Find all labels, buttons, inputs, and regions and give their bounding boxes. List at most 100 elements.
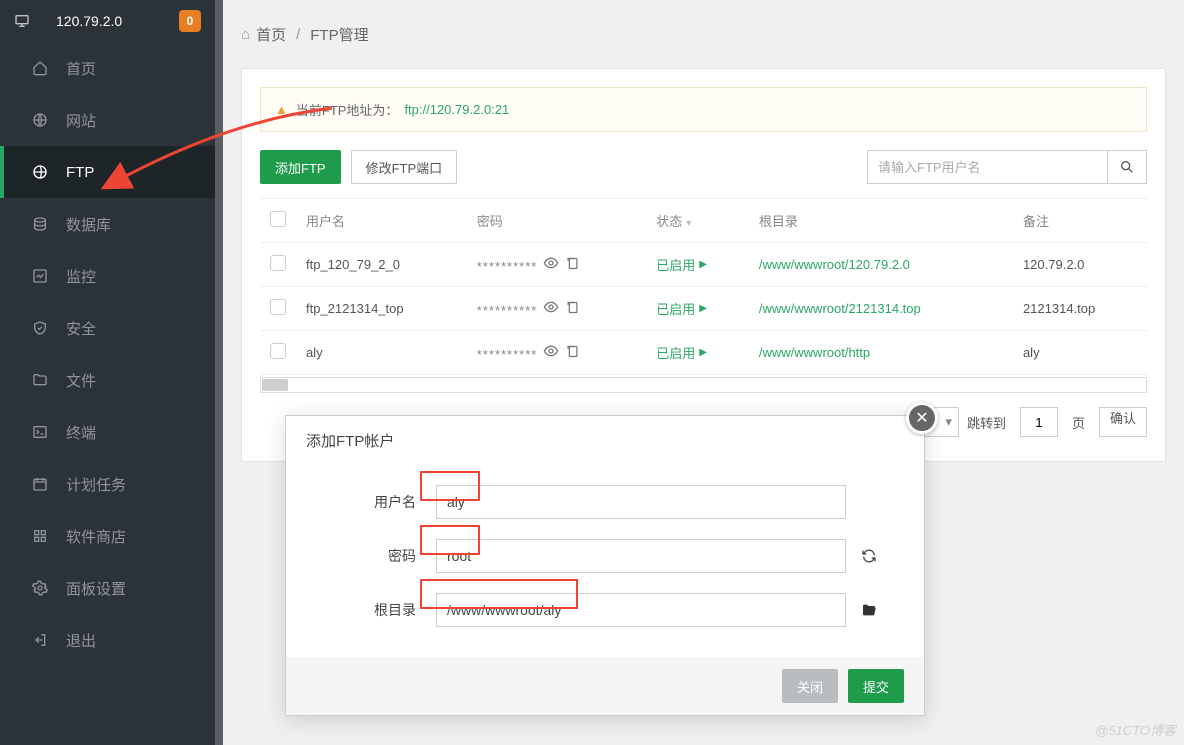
sidebar-item-security[interactable]: 安全 [0, 302, 215, 354]
terminal-icon [32, 424, 48, 440]
row-checkbox[interactable] [270, 255, 286, 271]
breadcrumb-home[interactable]: 首页 [256, 24, 286, 45]
reveal-password-button[interactable] [543, 343, 559, 359]
refresh-password-button[interactable] [854, 548, 884, 564]
page-go-button[interactable]: 确认 [1099, 407, 1147, 437]
table-row: ftp_120_79_2_0**********已启用▶/www/wwwroot… [260, 243, 1147, 287]
cell-user: ftp_120_79_2_0 [296, 243, 467, 287]
ftp-icon [32, 164, 48, 180]
gear-icon [32, 580, 48, 596]
globe-icon [32, 112, 48, 128]
folder-icon [32, 372, 48, 388]
notification-badge[interactable]: 0 [179, 10, 201, 32]
reveal-password-button[interactable] [543, 299, 559, 315]
sidebar-item-cron[interactable]: 计划任务 [0, 458, 215, 510]
database-icon [32, 216, 48, 232]
sidebar-item-label: 计划任务 [66, 474, 126, 495]
sidebar-item-home[interactable]: 首页 [0, 42, 215, 94]
eye-icon [543, 299, 559, 315]
password-input[interactable] [436, 539, 846, 573]
search-box [867, 150, 1147, 184]
modal-close-button[interactable]: ✕ [906, 402, 938, 434]
cell-remark: 120.79.2.0 [1013, 243, 1147, 287]
cell-user: ftp_2121314_top [296, 287, 467, 331]
monitor-icon [14, 13, 30, 29]
status-enabled[interactable]: 已启用▶ [656, 255, 707, 274]
clipboard-icon [565, 344, 580, 359]
sidebar-item-monitor[interactable]: 监控 [0, 250, 215, 302]
refresh-icon [861, 548, 877, 564]
username-input[interactable] [436, 485, 846, 519]
eye-icon [543, 255, 559, 271]
breadcrumb-separator: / [296, 26, 300, 43]
sidebar-item-settings[interactable]: 面板设置 [0, 562, 215, 614]
root-dir-link[interactable]: /www/wwwroot/2121314.top [759, 301, 921, 316]
modal-submit-btn[interactable]: 提交 [848, 669, 904, 703]
table-row: aly**********已启用▶/www/wwwroot/httpaly [260, 331, 1147, 375]
sidebar-scroll-gutter [215, 0, 223, 745]
ftp-table: 用户名 密码 状态▾ 根目录 备注 ftp_120_79_2_0********… [260, 198, 1147, 375]
modify-port-button[interactable]: 修改FTP端口 [351, 150, 458, 184]
sidebar-item-ftp[interactable]: FTP [0, 146, 215, 198]
root-dir-link[interactable]: /www/wwwroot/http [759, 345, 870, 360]
add-ftp-button[interactable]: 添加FTP [260, 150, 341, 184]
horizontal-scrollbar[interactable] [260, 377, 1147, 393]
logout-icon [32, 632, 48, 648]
search-button[interactable] [1107, 150, 1147, 184]
status-enabled[interactable]: 已启用▶ [656, 343, 707, 362]
calendar-icon [32, 476, 48, 492]
copy-password-button[interactable] [565, 344, 580, 359]
col-status[interactable]: 状态▾ [646, 199, 749, 243]
clipboard-icon [565, 300, 580, 315]
modal-footer: 关闭 提交 [286, 657, 924, 715]
sidebar-item-files[interactable]: 文件 [0, 354, 215, 406]
root-dir-link[interactable]: /www/wwwroot/120.79.2.0 [759, 257, 910, 272]
search-input[interactable] [867, 150, 1107, 184]
play-icon: ▶ [699, 259, 707, 270]
breadcrumb: ⌂ 首页 / FTP管理 [241, 0, 1166, 68]
sidebar-item-label: FTP [66, 164, 94, 181]
modal-close-btn[interactable]: 关闭 [782, 669, 838, 703]
sidebar-item-label: 安全 [66, 318, 96, 339]
status-enabled[interactable]: 已启用▶ [656, 299, 707, 318]
col-user[interactable]: 用户名 [296, 199, 467, 243]
sidebar-item-label: 监控 [66, 266, 96, 287]
table-row: ftp_2121314_top**********已启用▶/www/wwwroo… [260, 287, 1147, 331]
browse-folder-button[interactable] [854, 602, 884, 618]
select-all-checkbox[interactable] [270, 211, 286, 227]
cell-remark: 2121314.top [1013, 287, 1147, 331]
sidebar-item-terminal[interactable]: 终端 [0, 406, 215, 458]
row-checkbox[interactable] [270, 343, 286, 359]
rootdir-input[interactable] [436, 593, 846, 627]
page-input[interactable] [1020, 407, 1058, 437]
sidebar-item-label: 首页 [66, 58, 96, 79]
col-remark: 备注 [1013, 199, 1147, 243]
ftp-address-link[interactable]: ftp://120.79.2.0:21 [404, 102, 509, 117]
ftp-address-alert: ▲ 当前FTP地址为： ftp://120.79.2.0:21 [260, 87, 1147, 132]
apps-icon [32, 528, 48, 544]
folder-open-icon [861, 602, 877, 618]
sidebar-header: 120.79.2.0 0 [0, 0, 215, 42]
row-checkbox[interactable] [270, 299, 286, 315]
panel: ▲ 当前FTP地址为： ftp://120.79.2.0:21 添加FTP 修改… [241, 68, 1166, 462]
search-icon [1119, 159, 1135, 175]
play-icon: ▶ [699, 303, 707, 314]
play-icon: ▶ [699, 347, 707, 358]
sidebar-item-label: 退出 [66, 630, 96, 651]
sidebar-item-label: 终端 [66, 422, 96, 443]
jump-label: 跳转到 [967, 413, 1006, 432]
cell-remark: aly [1013, 331, 1147, 375]
sidebar-item-store[interactable]: 软件商店 [0, 510, 215, 562]
clipboard-icon [565, 256, 580, 271]
cell-password: ********** [467, 331, 646, 375]
scrollbar-thumb[interactable] [262, 379, 288, 391]
copy-password-button[interactable] [565, 300, 580, 315]
username-label: 用户名 [326, 492, 416, 512]
home-icon: ⌂ [241, 26, 250, 43]
server-ip: 120.79.2.0 [56, 13, 179, 29]
reveal-password-button[interactable] [543, 255, 559, 271]
copy-password-button[interactable] [565, 256, 580, 271]
sidebar-item-database[interactable]: 数据库 [0, 198, 215, 250]
sidebar-item-logout[interactable]: 退出 [0, 614, 215, 666]
sidebar-item-website[interactable]: 网站 [0, 94, 215, 146]
